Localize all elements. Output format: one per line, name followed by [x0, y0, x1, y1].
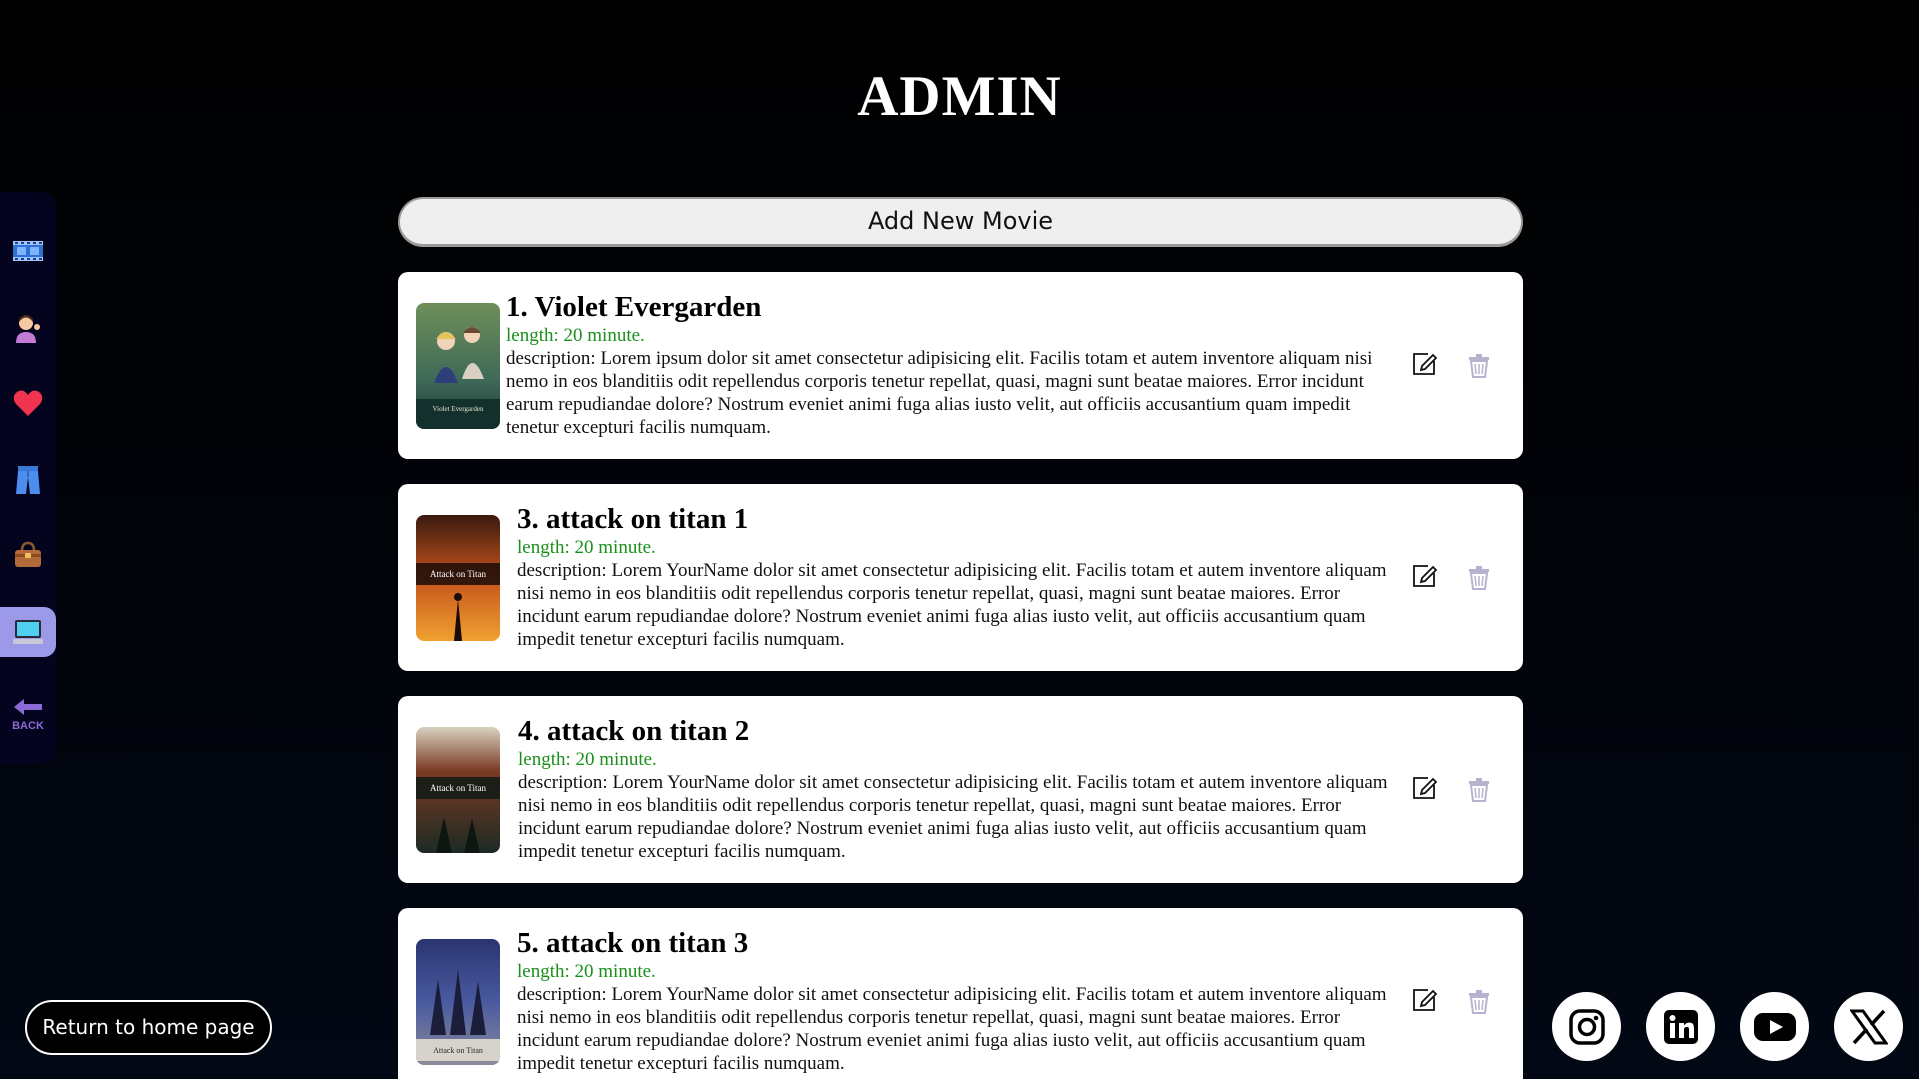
movie-description: description: Lorem YourName dolor sit am…: [517, 560, 1387, 650]
movie-description: description: Lorem YourName dolor sit am…: [517, 984, 1387, 1074]
delete-icon[interactable]: [1468, 566, 1490, 590]
movie-poster: Attack on Titan: [416, 727, 500, 853]
youtube-link[interactable]: [1740, 992, 1809, 1061]
page-title: ADMIN: [857, 65, 1062, 128]
edit-icon[interactable]: [1411, 563, 1437, 589]
movie-length: length: 20 minute.: [517, 537, 656, 558]
poster-caption: Attack on Titan: [430, 569, 487, 579]
x-link[interactable]: [1834, 992, 1903, 1061]
movie-poster: Attack on Titan: [416, 939, 500, 1065]
sidebar-item-shopping[interactable]: [0, 530, 56, 580]
movie-card: Attack on Titan 3. attack on titan 1 len…: [398, 484, 1523, 671]
movie-card: Violet Evergarden 1. Violet Evergarden l…: [398, 272, 1523, 459]
film-icon: [13, 241, 43, 261]
sidebar-item-people[interactable]: [0, 303, 56, 353]
heart-icon: [13, 390, 43, 416]
poster-caption: Attack on Titan: [430, 783, 487, 793]
edit-icon[interactable]: [1411, 987, 1437, 1013]
movie-description: description: Lorem ipsum dolor sit amet …: [506, 348, 1373, 438]
edit-icon[interactable]: [1411, 775, 1437, 801]
linkedin-icon: [1663, 1009, 1698, 1044]
add-new-movie-button[interactable]: Add New Movie: [398, 197, 1523, 247]
poster-caption: Attack on Titan: [433, 1046, 483, 1055]
sidebar-item-favorites[interactable]: [0, 378, 56, 428]
sidebar-item-films[interactable]: [0, 226, 56, 276]
delete-icon[interactable]: [1468, 354, 1490, 378]
movie-poster: Attack on Titan: [416, 515, 500, 641]
instagram-icon: [1568, 1008, 1605, 1045]
movie-description: description: Lorem YourName dolor sit am…: [518, 772, 1388, 862]
handbag-icon: [15, 541, 41, 567]
instagram-link[interactable]: [1552, 992, 1621, 1061]
movie-poster: Violet Evergarden: [416, 303, 500, 429]
person-tipping-hand-icon: [16, 315, 40, 343]
movie-title: 5. attack on titan 3: [517, 927, 749, 959]
movie-card: Attack on Titan 5. attack on titan 3 len…: [398, 908, 1523, 1079]
back-arrow-icon: [14, 699, 42, 715]
jeans-icon: [16, 466, 40, 494]
x-icon: [1849, 1009, 1888, 1044]
back-label: BACK: [12, 720, 44, 732]
movie-title: 4. attack on titan 2: [518, 715, 750, 747]
delete-icon[interactable]: [1468, 778, 1490, 802]
movie-title: 3. attack on titan 1: [517, 503, 749, 535]
youtube-icon: [1753, 1012, 1796, 1041]
movie-card: Attack on Titan 4. attack on titan 2 len…: [398, 696, 1523, 883]
poster-caption: Violet Evergarden: [433, 405, 484, 413]
edit-icon[interactable]: [1411, 351, 1437, 377]
movie-length: length: 20 minute.: [517, 961, 656, 982]
sidebar-item-clothing[interactable]: [0, 455, 56, 505]
linkedin-link[interactable]: [1646, 992, 1715, 1061]
movie-length: length: 20 minute.: [518, 749, 657, 770]
movie-title: 1. Violet Evergarden: [506, 291, 762, 323]
sidebar-item-admin[interactable]: [0, 607, 56, 657]
delete-icon[interactable]: [1468, 990, 1490, 1014]
movie-length: length: 20 minute.: [506, 325, 645, 346]
sidebar: [0, 192, 56, 764]
computer-icon: [13, 620, 43, 644]
return-home-button[interactable]: Return to home page: [25, 1000, 272, 1055]
